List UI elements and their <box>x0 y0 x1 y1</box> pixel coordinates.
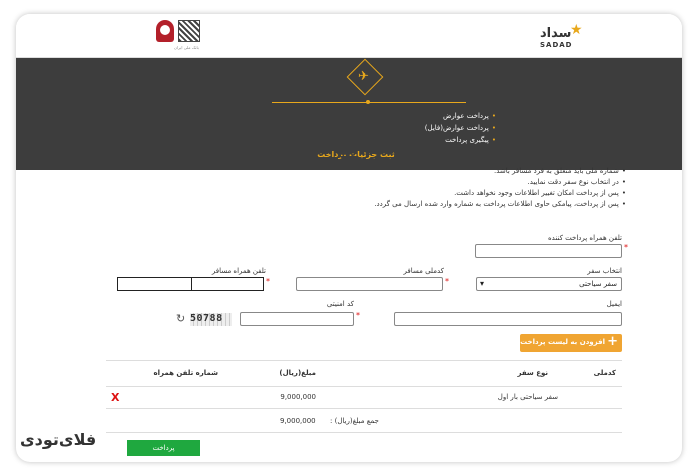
required-mark: * <box>266 277 270 286</box>
header-pointer <box>339 156 359 164</box>
plus-icon: + <box>607 334 618 349</box>
security-code-label: کد امنیتی <box>326 300 354 308</box>
note-item: شماره ملی باید متعلق به فرد مسافر باشد. <box>340 166 626 177</box>
menu-item-track-payment[interactable]: پیگیری پرداخت <box>316 134 496 146</box>
refresh-icon[interactable]: ↻ <box>176 312 185 325</box>
bank-logos: بانک ملی ایران <box>156 20 206 52</box>
bank-melli-logo-icon <box>156 20 174 42</box>
sadad-en: SADAD <box>540 41 573 49</box>
payer-phone-input[interactable] <box>475 244 622 258</box>
menu-item-toll-payment[interactable]: پرداخت عوارض <box>316 110 496 122</box>
trip-select-value: سفر سیاحتی <box>579 280 617 288</box>
notes-list: شماره ملی باید متعلق به فرد مسافر باشد. … <box>340 166 626 210</box>
sadad-logo: ★ سداد SADAD <box>538 22 598 50</box>
email-label: ایمیل <box>606 300 622 308</box>
trip-select[interactable]: سفر سیاحتی ▾ <box>476 277 622 291</box>
shetab-logo-icon <box>178 20 200 42</box>
traveler-id-input[interactable] <box>296 277 443 291</box>
table-divider <box>106 432 622 433</box>
col-phone: شماره تلفن همراه <box>153 369 219 377</box>
table-divider <box>106 360 622 361</box>
top-bar: بانک ملی ایران ★ سداد SADAD <box>16 14 682 58</box>
captcha: ↻ 50788 <box>174 312 232 327</box>
total-label: جمع مبلغ(ریال) : <box>330 417 379 425</box>
bank-caption: بانک ملی ایران <box>174 45 199 50</box>
note-item: پس از پرداخت، پیامکی حاوی اطلاعات پرداخت… <box>340 199 626 210</box>
traveler-phone-prefix-input[interactable] <box>117 277 192 291</box>
note-item: در انتخاب نوع سفر دقت نمایید. <box>340 177 626 188</box>
required-mark: * <box>445 277 449 286</box>
email-input[interactable] <box>394 312 622 326</box>
add-to-list-label: افزودن به لیست پرداخت <box>520 338 605 346</box>
security-code-input[interactable] <box>240 312 354 326</box>
required-mark: * <box>356 311 360 320</box>
pay-button[interactable]: پرداخت <box>127 440 200 456</box>
menu-item-toll-file-payment[interactable]: پرداخت عوارض(فایل) <box>316 122 496 134</box>
delete-icon[interactable]: X <box>111 391 119 404</box>
airplane-icon: ✈ <box>358 69 369 84</box>
col-trip-type: نوع سفر <box>517 369 548 377</box>
add-to-list-button[interactable]: + افزودن به لیست پرداخت <box>520 334 622 352</box>
cell-trip-type: سفر سیاحتی بار اول <box>497 393 558 401</box>
col-amount: مبلغ(ریال) <box>279 369 316 377</box>
cell-amount: 9,000,000 <box>280 393 316 401</box>
chevron-down-icon: ▾ <box>480 279 485 288</box>
brand-watermark: فلای‌تودی <box>20 430 97 449</box>
traveler-phone-label: تلفن همراه مسافر <box>211 267 266 275</box>
header-menu: پرداخت عوارض پرداخت عوارض(فایل) پیگیری پ… <box>316 110 496 146</box>
col-national-id: کدملی <box>593 369 616 377</box>
total-value: 9,000,000 <box>280 417 316 425</box>
table-divider <box>106 386 622 387</box>
sadad-word: سداد <box>540 26 572 41</box>
header-divider-dot <box>366 100 370 104</box>
table-divider <box>106 408 622 409</box>
payer-phone-label: تلفن همراه پرداخت کننده <box>548 234 622 242</box>
page-header: ✈ پرداخت عوارض پرداخت عوارض(فایل) پیگیری… <box>16 58 682 170</box>
required-mark: * <box>624 243 628 252</box>
note-item: پس از پرداخت امکان تغییر اطلاعات وجود نخ… <box>340 188 626 199</box>
sadad-mark-icon: ★ <box>570 22 583 38</box>
traveler-id-label: کدملی مسافر <box>403 267 444 275</box>
trip-select-label: انتخاب سفر <box>587 267 622 275</box>
captcha-image: 50788 <box>190 313 232 326</box>
traveler-phone-input[interactable] <box>191 277 264 291</box>
